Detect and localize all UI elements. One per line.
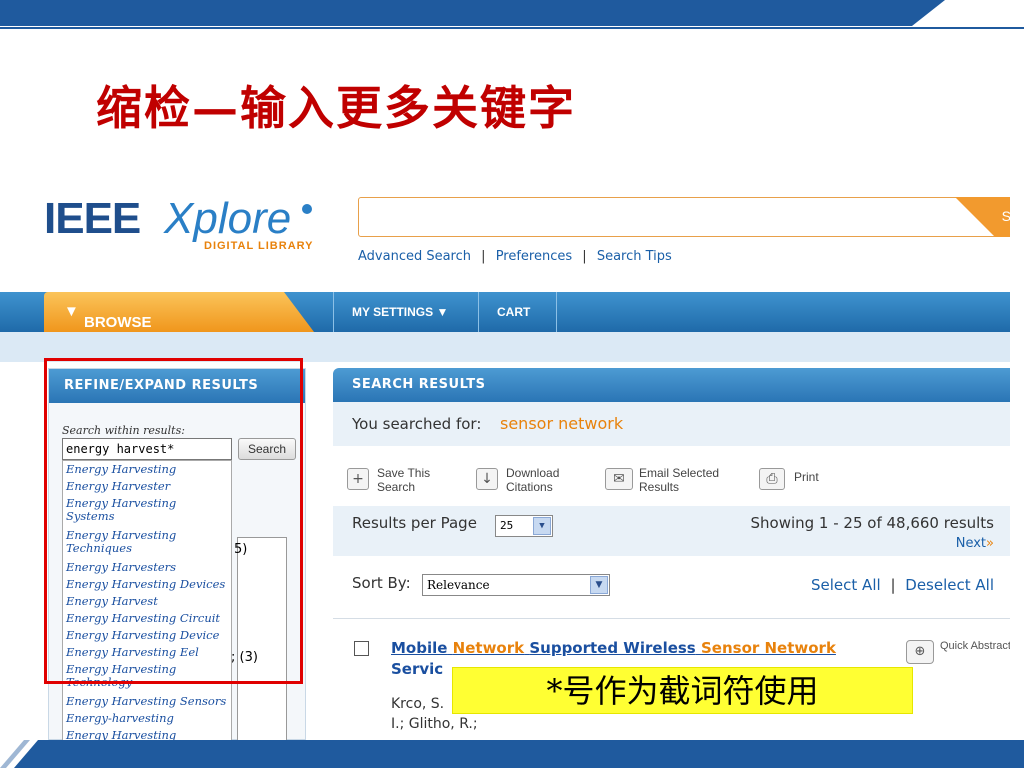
search-button-label: S	[1001, 208, 1010, 224]
result-authors-line: I.; Glitho, R.;	[391, 716, 478, 732]
deselect-all-link[interactable]: Deselect All	[905, 576, 994, 594]
download-icon: ↓	[476, 468, 498, 490]
save-search-label: Save This Search	[377, 466, 431, 494]
print-button[interactable]: ⎙ Print	[759, 466, 839, 496]
plus-icon: +	[347, 468, 369, 490]
selection-links: Select All | Deselect All	[811, 576, 994, 594]
link-separator: |	[582, 249, 587, 264]
my-settings-menu[interactable]: MY SETTINGS ▼	[333, 292, 479, 332]
header-links: Advanced Search | Preferences | Search T…	[358, 249, 672, 264]
results-per-page-value: 25	[500, 519, 514, 532]
chevron-down-icon: ▼	[436, 305, 449, 319]
slide-title: 缩检—输入更多关键字	[96, 81, 576, 135]
chevron-right-icon: »	[986, 536, 994, 551]
searched-for-row: You searched for: sensor network	[333, 402, 1010, 446]
result-title-highlight: Sensor Network	[700, 639, 836, 657]
divider	[333, 618, 1010, 619]
download-citations-button[interactable]: ↓ Download Citations	[476, 466, 586, 496]
searched-for-label: You searched for:	[352, 415, 482, 433]
sort-by-label: Sort By:	[352, 574, 411, 592]
next-page-link[interactable]: Next»	[956, 536, 994, 551]
main-search-input[interactable]	[358, 197, 1010, 237]
top-decorative-band	[0, 0, 1024, 29]
email-icon: ✉	[605, 468, 633, 490]
logo-subtitle: DIGITAL LIBRARY	[204, 240, 314, 252]
cart-menu[interactable]: CART	[479, 292, 557, 332]
ieee-xplore-screenshot: IEEE Xplore DIGITAL LIBRARY S Advanced S…	[0, 180, 1010, 740]
results-per-page-select[interactable]: 25 ▼	[495, 515, 553, 537]
logo-xplore-text: Xplore	[164, 194, 292, 243]
result-checkbox[interactable]	[354, 641, 369, 656]
result-title-part: Servic	[391, 660, 444, 678]
results-count: Showing 1 - 25 of 48,660 results	[750, 514, 994, 532]
suggestion-item[interactable]: Energy Harvesting Sensors	[66, 695, 226, 708]
print-label: Print	[794, 470, 819, 484]
result-title-part: Mobile	[391, 639, 448, 657]
browse-label: BROWSE ▼	[64, 303, 152, 331]
email-results-button[interactable]: ✉ Email Selected Results	[605, 466, 745, 496]
browse-tab[interactable]: BROWSE ▼	[44, 292, 314, 332]
cart-label: CART	[497, 305, 531, 319]
select-all-link[interactable]: Select All	[811, 576, 881, 594]
chevron-down-icon: ▼	[533, 517, 551, 535]
printer-icon: ⎙	[759, 468, 785, 490]
sort-by-value: Relevance	[427, 578, 490, 592]
searched-term: sensor network	[500, 414, 624, 433]
magnifier-plus-icon: ⊕	[906, 640, 934, 664]
quick-abstract-label: Quick Abstract ▸	[940, 640, 1010, 652]
search-tips-link[interactable]: Search Tips	[597, 249, 672, 264]
sort-by-select[interactable]: Relevance ▼	[422, 574, 610, 596]
advanced-search-link[interactable]: Advanced Search	[358, 249, 471, 264]
download-citations-label: Download Citations	[506, 466, 560, 494]
save-search-button[interactable]: + Save This Search	[347, 466, 457, 496]
chevron-down-icon: ▼	[590, 576, 608, 594]
logo-ieee-text: IEEE	[44, 194, 141, 243]
results-per-page-row: Results per Page 25 ▼ Showing 1 - 25 of …	[333, 506, 1010, 556]
result-title-part: Supported Wireless	[529, 639, 696, 657]
link-separator: |	[481, 249, 486, 264]
preferences-link[interactable]: Preferences	[496, 249, 572, 264]
email-results-label: Email Selected Results	[639, 466, 720, 494]
suggestion-item[interactable]: Energy Harvesting	[66, 729, 176, 741]
results-per-page-label: Results per Page	[352, 514, 477, 532]
suggestion-item[interactable]: Energy-harvesting	[66, 712, 174, 725]
callout-note: *号作为截词符使用	[452, 667, 913, 714]
my-settings-label: MY SETTINGS	[352, 305, 434, 319]
highlight-box	[44, 358, 303, 684]
registered-mark-icon	[302, 204, 312, 214]
search-results-title: SEARCH RESULTS	[333, 368, 1010, 402]
result-title-highlight: Network	[452, 639, 525, 657]
bottom-decorative-band	[0, 740, 1024, 768]
link-separator: |	[890, 576, 896, 594]
quick-abstract-button[interactable]: ⊕ Quick Abstract ▸	[906, 640, 1010, 678]
